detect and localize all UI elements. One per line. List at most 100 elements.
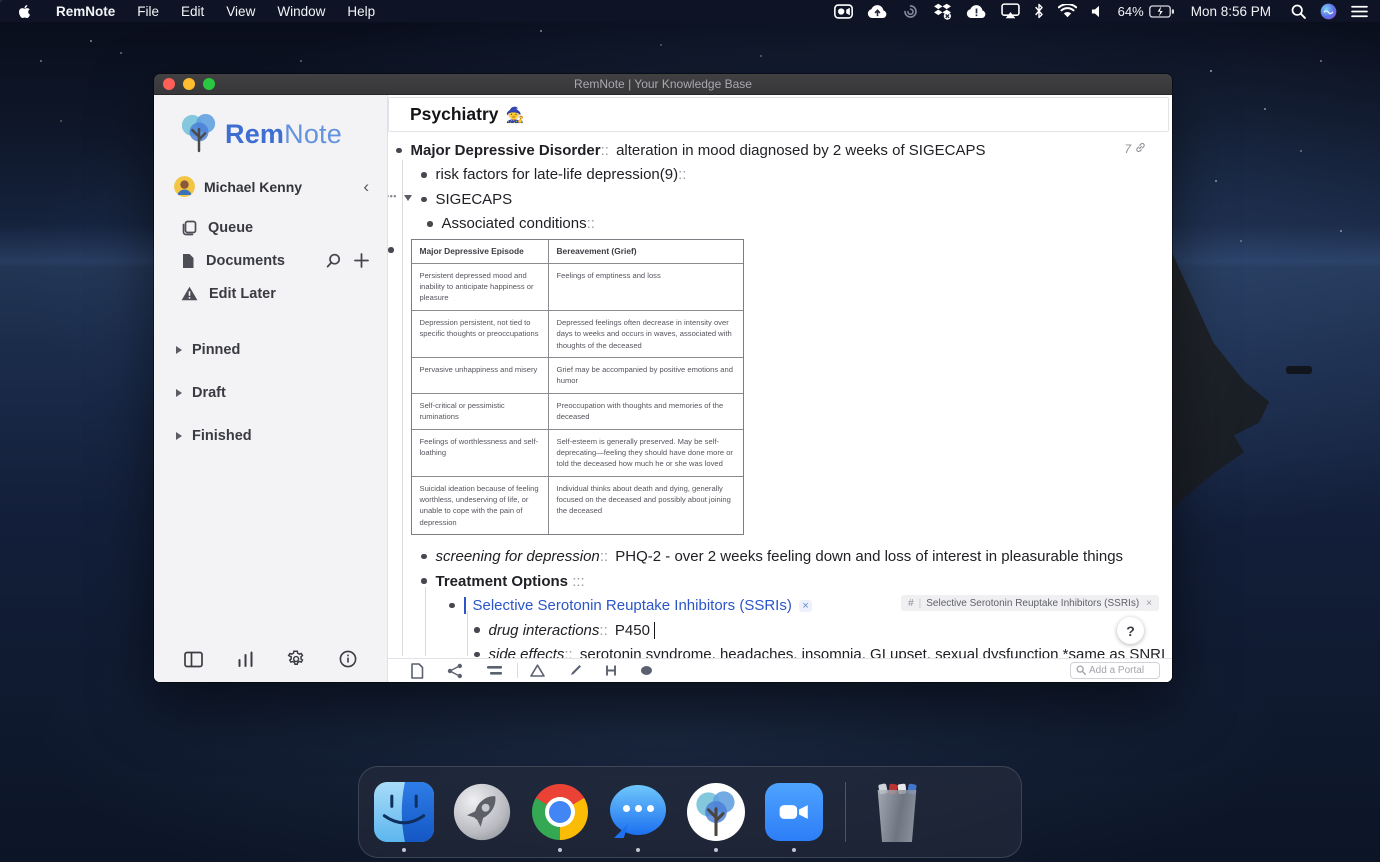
menu-file[interactable]: File [126,4,170,19]
list-icon[interactable] [1351,5,1368,18]
heading-icon[interactable] [605,664,617,677]
lines-icon[interactable] [486,665,503,676]
line-risk-factors[interactable]: risk factors for late-life depression(9)… [421,163,1172,188]
dock-zoom[interactable] [763,781,825,843]
dock-messages[interactable] [607,781,669,843]
brush-icon[interactable] [568,664,582,678]
line-screening[interactable]: screening for depression:: PHQ-2 - over … [421,544,1172,569]
tag-badge[interactable]: #|Selective Serotonin Reuptake Inhibitor… [901,595,1159,611]
line-comparison-table[interactable]: Major Depressive EpisodeBereavement (Gri… [388,239,1172,535]
dock-launchpad[interactable] [451,781,513,843]
menubar-clock[interactable]: Mon 8:56 PM [1189,4,1273,19]
panel-icon[interactable] [184,651,203,668]
line-major-depressive-disorder[interactable]: Major Depressive Disorder:: alteration i… [396,138,1172,163]
logo-note: Note [284,119,342,149]
line-drug-interactions[interactable]: drug interactions:: P450 [474,618,1172,643]
bullet-icon[interactable] [474,627,480,633]
battery-percent: 64% [1118,4,1144,19]
apple-menu-icon[interactable] [10,4,45,19]
bluetooth-icon[interactable] [1034,3,1044,19]
stats-icon[interactable] [237,651,254,668]
dropbox-sync-icon[interactable] [933,3,952,20]
rem-separator: :: [678,166,686,183]
sidebar-section-draft[interactable]: Draft [154,371,387,414]
dock-finder[interactable] [373,781,435,843]
menubar-app-name[interactable]: RemNote [45,4,126,19]
add-portal-input[interactable] [1089,665,1154,676]
volume-icon[interactable] [1091,5,1104,18]
reference-number: 7 [1124,142,1131,156]
info-icon[interactable] [339,650,357,668]
battery-charging-icon[interactable] [1149,5,1175,18]
collapse-arrow-icon[interactable] [404,195,412,201]
bullet-icon[interactable] [449,603,455,609]
running-indicator [714,848,718,852]
indent-guide [467,611,468,656]
comparison-table[interactable]: Major Depressive EpisodeBereavement (Gri… [411,239,744,535]
line-associated-conditions[interactable]: Associated conditions:: [427,212,1172,237]
settings-icon[interactable] [287,650,305,668]
add-portal-box[interactable] [1070,662,1160,679]
rem-reference-link[interactable]: Selective Serotonin Reuptake Inhibitors … [464,597,792,614]
menu-window[interactable]: Window [266,4,336,19]
sidebar-section-label: Finished [192,428,252,444]
spiral-icon[interactable] [902,3,919,20]
siri-icon[interactable] [1320,3,1337,20]
menu-edit[interactable]: Edit [170,4,215,19]
dock-trash[interactable] [866,781,928,843]
reference-count[interactable]: 7 [1124,142,1146,156]
sidebar-item-actions [326,253,369,268]
triangle-icon[interactable] [530,664,545,677]
dock-remnote[interactable] [685,781,747,843]
rem-text: serotonin syndrome, headaches, insomnia,… [576,646,1165,658]
document-title[interactable]: Psychiatry [410,104,499,125]
document-title-emoji: 🧙 [506,106,525,124]
outline-editor[interactable]: Major Depressive Disorder:: alteration i… [388,132,1172,658]
sidebar-section-finished[interactable]: Finished [154,414,387,457]
card-icon[interactable] [410,663,424,679]
table-row: Depression persistent, not tied to speci… [412,310,743,357]
bullet-icon[interactable] [421,172,427,178]
bullet-icon[interactable] [427,221,433,227]
spotlight-icon[interactable] [1291,4,1306,19]
sidebar-item-edit-later[interactable]: Edit Later [154,277,387,310]
table-row: Suicidal ideation because of feeling wor… [412,476,743,535]
help-button[interactable]: ? [1117,617,1144,644]
remnote-logo[interactable]: RemNote [154,95,387,168]
menu-view[interactable]: View [215,4,266,19]
search-icon[interactable] [326,253,341,268]
bullet-icon[interactable] [421,578,427,584]
cloud-alert-icon[interactable] [966,4,987,19]
menu-help[interactable]: Help [336,4,386,19]
rem-separator: ::: [568,573,585,590]
line-side-effects[interactable]: side effects:: serotonin syndrome, heada… [474,642,1172,658]
airplay-icon[interactable] [1001,3,1020,19]
bullet-icon[interactable] [421,197,427,203]
table-row: Self-critical or pessimistic ruminations… [412,393,743,429]
window-titlebar[interactable]: RemNote | Your Knowledge Base [154,74,1172,95]
remove-tag-icon[interactable]: × [1146,598,1152,609]
drag-handle-icon[interactable]: ••• [388,191,397,201]
screen-record-icon[interactable] [834,4,853,19]
sidebar-section-pinned[interactable]: Pinned [154,328,387,371]
wifi-icon[interactable] [1058,4,1077,18]
line-sigecaps[interactable]: •••SIGECAPS [421,187,1172,212]
bullet-icon[interactable] [421,554,427,560]
line-treatment-options[interactable]: Treatment Options ::: [421,569,1172,594]
plus-icon[interactable] [354,253,369,268]
sidebar-item-queue[interactable]: Queue [154,211,387,244]
sidebar-item-documents[interactable]: Documents [154,244,387,277]
oval-icon[interactable] [640,665,653,676]
cloud-upload-icon[interactable] [867,4,888,19]
document-title-card[interactable]: Psychiatry 🧙 [388,97,1169,132]
dock-google-chrome[interactable] [529,781,591,843]
remove-reference-icon[interactable]: × [799,600,812,612]
rem-term: risk factors for late-life depression(9) [436,166,679,183]
share-icon[interactable] [447,663,463,679]
bullet-icon[interactable] [388,247,394,253]
bullet-icon[interactable] [396,148,402,154]
user-row[interactable]: Michael Kenny ‹ [154,168,387,205]
bullet-icon[interactable] [474,652,480,658]
collapse-sidebar-icon[interactable]: ‹ [359,178,373,195]
line-ssri[interactable]: Selective Serotonin Reuptake Inhibitors … [449,593,1172,618]
